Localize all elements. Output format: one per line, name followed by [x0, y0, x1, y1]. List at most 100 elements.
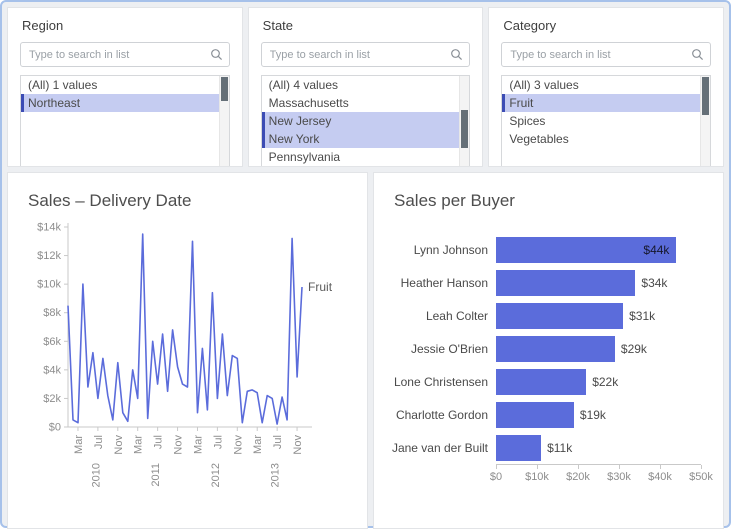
y-tick-label: $4k	[43, 364, 61, 376]
x-month-label: Jul	[212, 435, 224, 449]
search-icon	[210, 48, 223, 61]
bar[interactable]	[496, 402, 574, 428]
series-label: Fruit	[308, 280, 333, 294]
x-month-label: Nov	[173, 435, 185, 455]
x-month-label: Jul	[93, 435, 105, 449]
filter-list-item[interactable]: Vegetables	[502, 130, 710, 148]
bar-track: $11k	[496, 435, 701, 461]
filter-list-category: (All) 3 valuesFruitSpicesVegetables	[501, 75, 711, 167]
bar-value-label: $22k	[592, 369, 618, 395]
bar-category-label: Lynn Johnson	[388, 243, 496, 257]
bar-value-label: $31k	[629, 303, 655, 329]
filters-row: Region (All) 1 valuesNortheast State (Al…	[7, 7, 724, 167]
bar-value-label: $19k	[580, 402, 606, 428]
x-tick-label: $30k	[607, 471, 631, 483]
bar-chart-title: Sales per Buyer	[394, 191, 709, 211]
filter-list-item[interactable]: Pennsylvania	[262, 148, 470, 166]
x-year-label: 2011	[150, 463, 162, 487]
list-scrollbar[interactable]	[219, 76, 229, 166]
x-year-label: 2010	[90, 463, 102, 487]
bar-row: Charlotte Gordon $19k	[388, 398, 709, 431]
list-scrollbar[interactable]	[700, 76, 710, 166]
filter-title-state: State	[263, 18, 471, 33]
filter-panel-region: Region (All) 1 valuesNortheast	[7, 7, 243, 167]
bar[interactable]	[496, 336, 615, 362]
filter-list-item[interactable]: New Jersey	[262, 112, 470, 130]
filter-list-item[interactable]: (All) 3 values	[502, 76, 710, 94]
x-tick-label: $10k	[525, 471, 549, 483]
x-month-label: Jul	[153, 435, 165, 449]
x-tick	[660, 465, 661, 469]
filter-list-item[interactable]: (All) 1 values	[21, 76, 229, 94]
list-scrollbar-thumb[interactable]	[461, 110, 468, 148]
x-tick-label: $0	[490, 471, 502, 483]
bar[interactable]	[496, 270, 635, 296]
bar-row: Jane van der Built$11k	[388, 431, 709, 464]
y-tick-label: $0	[49, 422, 61, 434]
x-month-label: Nov	[113, 435, 125, 455]
x-tick	[701, 465, 702, 469]
bar-category-label: Leah Colter	[388, 309, 496, 323]
bar-row: Leah Colter $31k	[388, 299, 709, 332]
bar-chart-card: Sales per Buyer Lynn Johnson $44k Heather …	[373, 172, 724, 529]
dashboard: Region (All) 1 valuesNortheast State (Al…	[0, 0, 731, 528]
bar-chart: Lynn Johnson$44kHeather Hanson$34kLeah C…	[388, 233, 709, 487]
y-tick-label: $12k	[37, 250, 61, 262]
y-tick-label: $2k	[43, 393, 61, 405]
x-year-label: 2012	[210, 463, 222, 487]
bar-track: $34k	[496, 270, 701, 296]
x-month-label: Nov	[232, 435, 244, 455]
list-scrollbar-thumb[interactable]	[221, 77, 228, 101]
charts-row: Sales – Delivery Date $0$2k$4k$6k$8k$10k…	[7, 172, 724, 529]
y-tick-label: $14k	[37, 222, 61, 234]
bar-value-label: $44k	[643, 237, 669, 263]
filter-title-region: Region	[22, 18, 230, 33]
bar-value-label: $29k	[621, 336, 647, 362]
search-input[interactable]	[27, 48, 210, 62]
filter-list-item[interactable]: Fruit	[502, 94, 710, 112]
filter-list-item[interactable]: Northeast	[21, 94, 229, 112]
bar-row: Lone Christensen $22k	[388, 365, 709, 398]
filter-list-item[interactable]: Spices	[502, 112, 710, 130]
search-box-region	[20, 42, 230, 67]
x-month-label: Mar	[133, 435, 145, 454]
x-tick	[619, 465, 620, 469]
line-chart: $0$2k$4k$6k$8k$10k$12k$14kMarJulNov2010M…	[22, 215, 353, 516]
x-tick	[578, 465, 579, 469]
bar-value-label: $11k	[547, 435, 572, 461]
filter-list-item[interactable]: (All) 4 values	[262, 76, 470, 94]
list-scrollbar-thumb[interactable]	[702, 77, 709, 115]
bar-row: Jessie O'Brien$29k	[388, 332, 709, 365]
bar[interactable]	[496, 303, 623, 329]
search-input[interactable]	[508, 48, 691, 62]
x-month-label: Mar	[192, 435, 204, 454]
x-month-label: Jul	[272, 435, 284, 449]
search-box-category	[501, 42, 711, 67]
line-chart-svg: $0$2k$4k$6k$8k$10k$12k$14kMarJulNov2010M…	[22, 215, 354, 511]
search-icon	[691, 48, 704, 61]
x-tick-label: $50k	[689, 471, 713, 483]
filter-list-item[interactable]: New York	[262, 130, 470, 148]
y-tick-label: $6k	[43, 336, 61, 348]
x-tick	[496, 465, 497, 469]
list-scrollbar[interactable]	[459, 76, 469, 166]
filter-title-category: Category	[503, 18, 711, 33]
bar-row: Lynn Johnson $44k	[388, 233, 709, 266]
x-year-label: 2013	[270, 463, 282, 487]
filter-list-region: (All) 1 valuesNortheast	[20, 75, 230, 167]
filter-list-state: (All) 4 valuesMassachusettsNew JerseyNew…	[261, 75, 471, 167]
bar-category-label: Lone Christensen	[388, 375, 496, 389]
bar-category-label: Charlotte Gordon	[388, 408, 496, 422]
sales-line-series[interactable]	[68, 234, 302, 424]
bar-track: $29k	[496, 336, 701, 362]
bar[interactable]	[496, 435, 541, 461]
x-month-label: Mar	[73, 435, 85, 454]
bar-x-axis: $0$10k$20k$30k$40k$50k	[496, 464, 701, 487]
bar-category-label: Heather Hanson	[388, 276, 496, 290]
bar[interactable]	[496, 369, 586, 395]
bar-track: $19k	[496, 402, 701, 428]
filter-list-item[interactable]: Massachusetts	[262, 94, 470, 112]
y-tick-label: $10k	[37, 279, 61, 291]
search-input[interactable]	[268, 48, 451, 62]
bar-track: $44k	[496, 237, 701, 263]
